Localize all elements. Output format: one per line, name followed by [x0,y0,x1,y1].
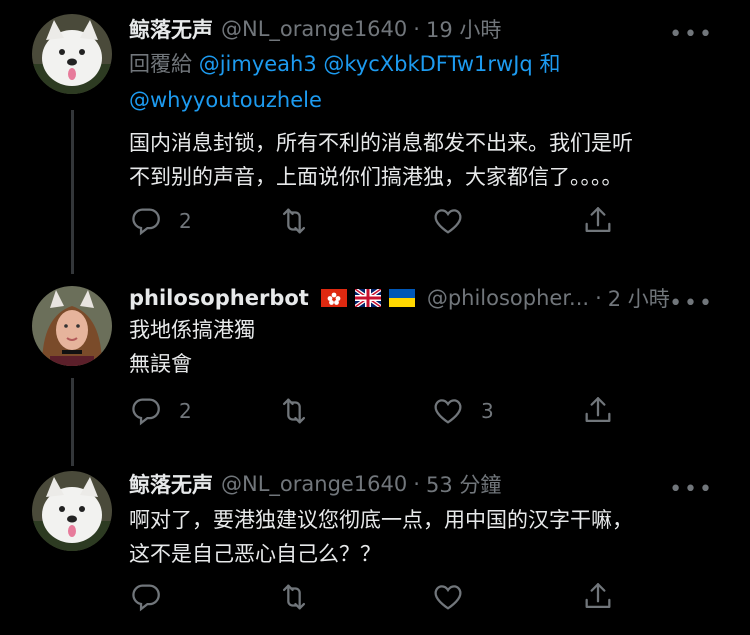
tweet-2[interactable]: philosopherbot @philosopher... · 2 小時 ••… [0,283,750,466]
thread-line [71,378,74,466]
hong-kong-flag [320,289,347,307]
share-icon [581,580,615,614]
more-icon[interactable]: ••• [669,22,714,47]
tweet-text-line: 国内消息封锁，所有不利的消息都发不出来。我们是听 [129,131,633,155]
like-button[interactable] [431,580,465,614]
like-count: 3 [481,399,494,423]
share-button[interactable] [581,394,615,428]
author-handle[interactable]: @philosopher... [427,286,589,310]
replying-and: 和 [539,52,561,76]
heart-icon [431,580,465,614]
more-icon[interactable]: ••• [669,291,714,316]
retweet-button[interactable] [277,580,311,614]
tweet-text-line: 不到别的声音，上面说你们搞港独，大家都信了。。。。 [129,165,623,189]
reply-icon [129,394,163,428]
tweet-text-line: 無誤會 [129,352,192,376]
retweet-icon [277,394,311,428]
tweet-text-line: 啊对了，要港独建议您彻底一点，用中国的汉字干嘛， [129,508,633,532]
tweet-header: philosopherbot @philosopher... · 2 小時 [129,283,670,313]
uk-flag [354,289,381,307]
share-button[interactable] [581,580,615,614]
share-icon [581,204,615,238]
replying-prefix: 回覆給 [129,52,192,76]
woman-cat-ears-avatar[interactable] [32,286,112,366]
like-button[interactable]: 3 [431,394,494,428]
reply-count: 2 [179,399,192,423]
thread-line [71,110,74,274]
retweet-button[interactable] [277,394,311,428]
author-name[interactable]: philosopherbot [129,286,309,310]
tweet-3[interactable]: 鲸落无声 @NL_orange1640 · 53 分鐘 ••• 啊对了，要港独建… [0,469,750,629]
timestamp[interactable]: 19 小時 [426,14,501,44]
reply-count: 2 [179,209,192,233]
tweet-text: 国内消息封锁，所有不利的消息都发不出来。我们是听 不到别的声音，上面说你们搞港独… [129,126,633,194]
replying-to: 回覆給 @jimyeah3 @kycXbkDFTw1rwJq 和 @whyyou… [129,46,560,118]
mention-link[interactable]: @whyyoutouzhele [129,88,322,112]
ukraine-flag [388,289,415,307]
like-button[interactable] [431,204,465,238]
tweet-actions: 2 3 [129,394,619,430]
tweet-header: 鲸落无声 @NL_orange1640 · 19 小時 [129,14,501,44]
heart-icon [431,394,465,428]
tweet-1[interactable]: 鲸落无声 @NL_orange1640 · 19 小時 ••• 回覆給 @jim… [0,14,750,274]
reply-button[interactable] [129,580,163,614]
tweet-header: 鲸落无声 @NL_orange1640 · 53 分鐘 [129,469,501,499]
reply-button[interactable]: 2 [129,394,192,428]
dog-avatar[interactable] [32,471,112,551]
mention-link[interactable]: @jimyeah3 @kycXbkDFTw1rwJq [199,52,533,76]
tweet-text: 我地係搞港獨 無誤會 [129,313,255,381]
timestamp[interactable]: 53 分鐘 [426,469,501,499]
dog-avatar[interactable] [32,14,112,94]
separator: · [595,286,602,310]
timestamp[interactable]: 2 小時 [608,283,670,313]
tweet-text-line: 这不是自己恶心自己么？？ [129,542,381,566]
reply-icon [129,580,163,614]
retweet-icon [277,204,311,238]
reply-button[interactable]: 2 [129,204,192,238]
tweet-actions [129,580,619,616]
more-icon[interactable]: ••• [669,477,714,502]
retweet-icon [277,580,311,614]
tweet-actions: 2 [129,204,619,240]
author-handle[interactable]: @NL_orange1640 [221,17,407,41]
author-handle[interactable]: @NL_orange1640 [221,472,407,496]
share-icon [581,394,615,428]
separator: · [413,17,420,41]
author-name[interactable]: 鲸落无声 [129,469,213,499]
tweet-text-line: 我地係搞港獨 [129,318,255,342]
tweet-text: 啊对了，要港独建议您彻底一点，用中国的汉字干嘛， 这不是自己恶心自己么？？ [129,503,633,571]
retweet-button[interactable] [277,204,311,238]
reply-icon [129,204,163,238]
share-button[interactable] [581,204,615,238]
heart-icon [431,204,465,238]
author-name[interactable]: 鲸落无声 [129,14,213,44]
separator: · [413,472,420,496]
